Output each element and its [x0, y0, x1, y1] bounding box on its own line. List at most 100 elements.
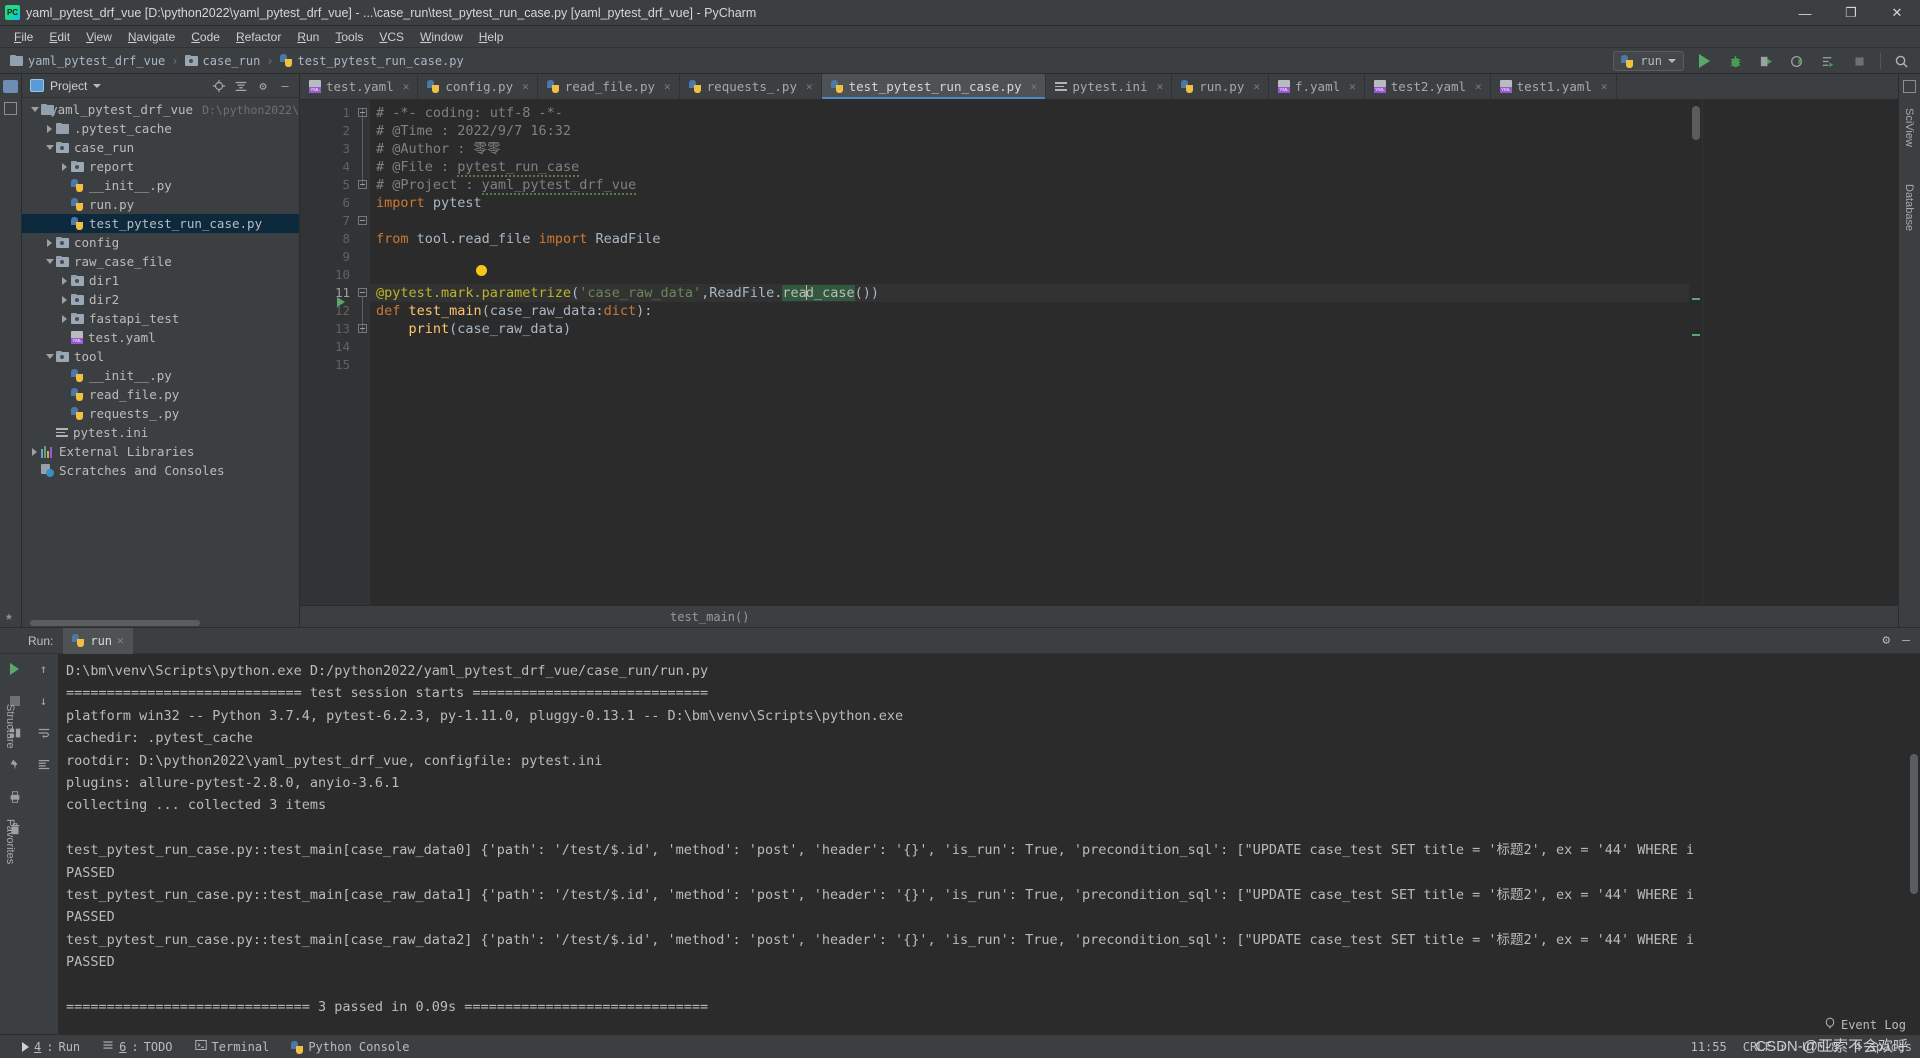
- notifications-icon[interactable]: [1903, 80, 1916, 93]
- hide-icon[interactable]: —: [277, 78, 293, 94]
- fold-marker[interactable]: [358, 108, 367, 117]
- fold-marker[interactable]: [358, 324, 367, 333]
- menu-item-navigate[interactable]: Navigate: [120, 29, 183, 45]
- database-tool-label[interactable]: Database: [1903, 184, 1915, 231]
- caret-position[interactable]: 11:55: [1691, 1040, 1727, 1054]
- tree-item-raw-case-file[interactable]: raw_case_file: [22, 252, 299, 271]
- run-coverage-button[interactable]: [1756, 51, 1777, 72]
- menu-item-code[interactable]: Code: [183, 29, 228, 45]
- stop-button[interactable]: [1849, 51, 1870, 72]
- close-icon[interactable]: ✕: [1349, 80, 1356, 93]
- tree-item-pytest-ini[interactable]: pytest.ini: [22, 423, 299, 442]
- menu-item-run[interactable]: Run: [289, 29, 327, 45]
- fold-marker[interactable]: [358, 180, 367, 189]
- scroll-end-icon[interactable]: [35, 756, 53, 774]
- tree-item-requests-py[interactable]: requests_.py: [22, 404, 299, 423]
- menu-item-vcs[interactable]: VCS: [371, 29, 412, 45]
- project-tool-icon[interactable]: [3, 80, 18, 93]
- breadcrumb-item-0[interactable]: yaml_pytest_drf_vue: [10, 54, 165, 68]
- tree-item-config[interactable]: config: [22, 233, 299, 252]
- locate-icon[interactable]: [211, 78, 227, 94]
- tree-item-dir2[interactable]: dir2: [22, 290, 299, 309]
- tree-item-tool[interactable]: tool: [22, 347, 299, 366]
- chevron-down-icon[interactable]: [43, 145, 56, 150]
- editor-tab-test-yaml[interactable]: test.yaml ✕: [300, 74, 419, 99]
- close-icon[interactable]: ✕: [1601, 80, 1608, 93]
- commit-tool-icon[interactable]: [4, 102, 17, 115]
- close-icon[interactable]: ✕: [117, 634, 124, 647]
- editor-tab-config-py[interactable]: config.py ✕: [418, 74, 538, 99]
- fold-marker[interactable]: [358, 216, 367, 225]
- editor-tab-read-file-py[interactable]: read_file.py ✕: [538, 74, 680, 99]
- status-item-todo[interactable]: 6: TODO: [102, 1039, 173, 1054]
- tree-item--init-py[interactable]: __init__.py: [22, 366, 299, 385]
- status-item-run[interactable]: 4: Run: [22, 1040, 80, 1054]
- tree-item-read-file-py[interactable]: read_file.py: [22, 385, 299, 404]
- debug-button[interactable]: [1725, 51, 1746, 72]
- profile-button[interactable]: [1787, 51, 1808, 72]
- run-test-gutter-icon[interactable]: [337, 297, 345, 307]
- collapse-all-icon[interactable]: [233, 78, 249, 94]
- structure-tool-label[interactable]: Structure: [4, 704, 16, 749]
- close-icon[interactable]: ✕: [1031, 80, 1038, 93]
- sciview-tool-label[interactable]: SciView: [1903, 108, 1915, 147]
- rerun-icon[interactable]: [6, 660, 24, 678]
- chevron-right-icon[interactable]: [58, 314, 71, 323]
- tree-item-scratches-and-consoles[interactable]: Scratches and Consoles: [22, 461, 299, 480]
- run-button[interactable]: [1694, 51, 1715, 72]
- chevron-down-icon[interactable]: [43, 354, 56, 359]
- project-tree[interactable]: yaml_pytest_drf_vue D:\python2022\ .pytest…: [22, 98, 299, 618]
- close-icon[interactable]: ✕: [1253, 80, 1260, 93]
- chevron-down-icon[interactable]: [43, 259, 56, 264]
- chevron-down-icon[interactable]: [28, 107, 41, 112]
- close-icon[interactable]: ✕: [664, 80, 671, 93]
- fold-gutter[interactable]: [337, 100, 370, 605]
- editor-tab-requests-py[interactable]: requests_.py ✕: [680, 74, 822, 99]
- close-button[interactable]: ✕: [1874, 0, 1920, 26]
- editor-scrollbar[interactable]: [1689, 100, 1702, 605]
- scroll-down-icon[interactable]: ↓: [35, 692, 53, 710]
- chevron-right-icon[interactable]: [58, 276, 71, 285]
- editor-tab-test1-yaml[interactable]: test1.yaml ✕: [1491, 74, 1617, 99]
- soft-wrap-icon[interactable]: [35, 724, 53, 742]
- event-log-button[interactable]: Event Log: [1824, 1017, 1906, 1032]
- status-item-terminal[interactable]: Terminal: [194, 1039, 269, 1054]
- run-with-console-button[interactable]: [1818, 51, 1839, 72]
- menu-item-tools[interactable]: Tools: [327, 29, 371, 45]
- close-icon[interactable]: ✕: [806, 80, 813, 93]
- chevron-right-icon[interactable]: [43, 238, 56, 247]
- editor-tab-pytest-ini[interactable]: pytest.ini ✕: [1046, 74, 1173, 99]
- chevron-right-icon[interactable]: [58, 162, 71, 171]
- tree-item--pytest-cache[interactable]: .pytest_cache: [22, 119, 299, 138]
- tree-item-test-yaml[interactable]: test.yaml: [22, 328, 299, 347]
- tree-item-report[interactable]: report: [22, 157, 299, 176]
- settings-gear-icon[interactable]: ⚙: [1882, 633, 1890, 648]
- settings-gear-icon[interactable]: ⚙: [255, 78, 271, 94]
- hide-icon[interactable]: —: [1902, 633, 1910, 648]
- tree-item-yaml-pytest-drf-vue[interactable]: yaml_pytest_drf_vue D:\python2022\: [22, 100, 299, 119]
- tree-item-case-run[interactable]: case_run: [22, 138, 299, 157]
- tree-item-test-pytest-run-case-py[interactable]: test_pytest_run_case.py: [22, 214, 299, 233]
- tree-item-fastapi-test[interactable]: fastapi_test: [22, 309, 299, 328]
- tree-item--init-py[interactable]: __init__.py: [22, 176, 299, 195]
- editor-tab-test-pytest-run-case-py[interactable]: test_pytest_run_case.py ✕: [821, 74, 1047, 99]
- tree-item-external-libraries[interactable]: External Libraries: [22, 442, 299, 461]
- close-icon[interactable]: ✕: [1475, 80, 1482, 93]
- menu-item-file[interactable]: File: [6, 29, 41, 45]
- editor-tab-f-yaml[interactable]: f.yaml ✕: [1269, 74, 1365, 99]
- menu-item-view[interactable]: View: [78, 29, 120, 45]
- menu-item-window[interactable]: Window: [412, 29, 471, 45]
- pin-icon[interactable]: [6, 756, 24, 774]
- chevron-down-icon[interactable]: [93, 83, 102, 88]
- tree-item-run-py[interactable]: run.py: [22, 195, 299, 214]
- editor-tab-run-py[interactable]: run.py ✕: [1172, 74, 1269, 99]
- tree-item-dir1[interactable]: dir1: [22, 271, 299, 290]
- code-area[interactable]: # -*- coding: utf-8 -*- # @Time : 2022/9/…: [370, 100, 1689, 605]
- chevron-right-icon[interactable]: [28, 447, 41, 456]
- favorites-tool-label[interactable]: Favorites: [4, 819, 16, 864]
- chevron-right-icon[interactable]: [58, 295, 71, 304]
- run-tab[interactable]: run ✕: [63, 627, 133, 654]
- minimize-button[interactable]: —: [1782, 0, 1828, 26]
- console-scrollbar[interactable]: [1907, 654, 1920, 1034]
- project-horizontal-scrollbar[interactable]: [22, 618, 299, 627]
